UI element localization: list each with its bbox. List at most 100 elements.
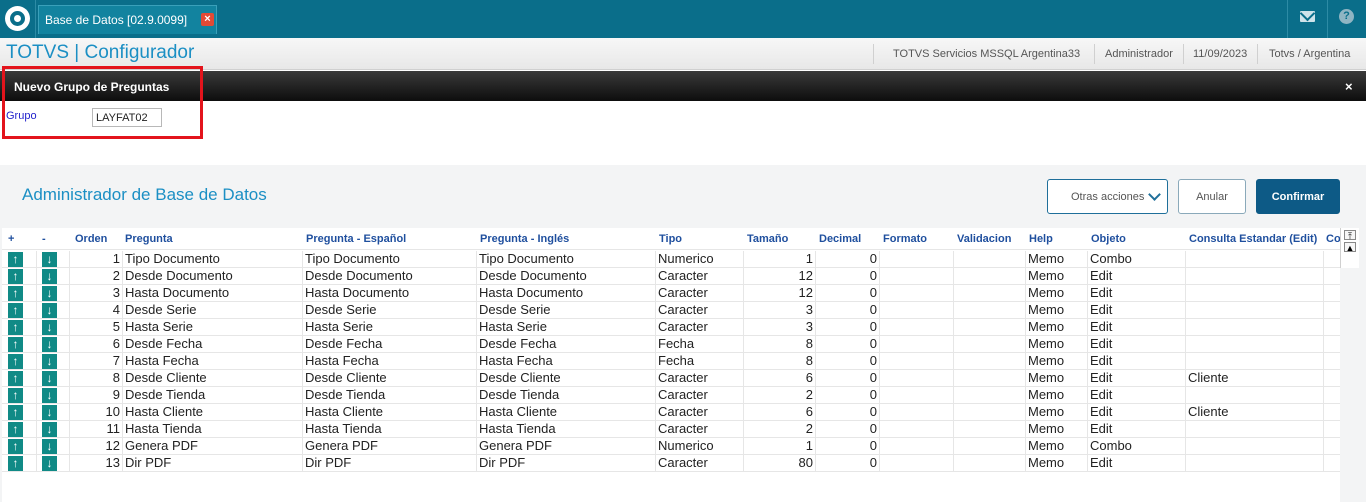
pregunta-espanol-cell[interactable]: Hasta Documento xyxy=(303,285,477,302)
pregunta-cell[interactable]: Desde Documento xyxy=(123,268,303,285)
help-cell[interactable]: Memo xyxy=(1026,336,1088,353)
tipo-cell[interactable]: Caracter xyxy=(656,302,744,319)
tipo-cell[interactable]: Caracter xyxy=(656,387,744,404)
tamano-cell[interactable]: 12 xyxy=(744,268,816,285)
column-header-help[interactable]: Help xyxy=(1029,233,1053,245)
column-header-add[interactable]: + xyxy=(8,233,14,245)
move-down-icon[interactable]: ↓ xyxy=(42,371,57,386)
tamano-cell[interactable]: 8 xyxy=(744,353,816,370)
orden-cell[interactable]: 3 xyxy=(70,285,123,302)
decimal-cell[interactable]: 0 xyxy=(816,336,880,353)
pregunta-espanol-cell[interactable]: Dir PDF xyxy=(303,455,477,472)
formato-cell[interactable] xyxy=(880,336,954,353)
tamano-cell[interactable]: 80 xyxy=(744,455,816,472)
tab-base-de-datos[interactable]: Base de Datos [02.9.0099] × xyxy=(38,5,217,34)
pregunta-espanol-cell[interactable]: Hasta Serie xyxy=(303,319,477,336)
help-cell[interactable]: Memo xyxy=(1026,285,1088,302)
formato-cell[interactable] xyxy=(880,370,954,387)
pregunta-espanol-cell[interactable]: Desde Cliente xyxy=(303,370,477,387)
orden-cell[interactable]: 13 xyxy=(70,455,123,472)
move-up-icon[interactable]: ↑ xyxy=(8,439,23,454)
move-up-icon[interactable]: ↑ xyxy=(8,269,23,284)
consulta-cell[interactable] xyxy=(1186,319,1324,336)
table-row[interactable]: ↑ ↓ 9 Desde Tienda Desde Tienda Desde Tienda C… xyxy=(2,387,1340,404)
orden-cell[interactable]: 11 xyxy=(70,421,123,438)
tamano-cell[interactable]: 6 xyxy=(744,370,816,387)
table-row[interactable]: ↑ ↓ 2 Desde Documento Desde Documento Desde D… xyxy=(2,268,1340,285)
table-row[interactable]: ↑ ↓ 10 Hasta Cliente Hasta Cliente Hasta Clie… xyxy=(2,404,1340,421)
tipo-cell[interactable]: Caracter xyxy=(656,404,744,421)
pregunta-ingles-cell[interactable]: Desde Serie xyxy=(477,302,656,319)
tipo-cell[interactable]: Caracter xyxy=(656,285,744,302)
objeto-cell[interactable]: Edit xyxy=(1088,336,1186,353)
orden-cell[interactable]: 9 xyxy=(70,387,123,404)
pregunta-ingles-cell[interactable]: Hasta Fecha xyxy=(477,353,656,370)
validacion-cell[interactable] xyxy=(954,251,1026,268)
consulta-cell[interactable] xyxy=(1186,421,1324,438)
column-header-tipo[interactable]: Tipo xyxy=(659,233,682,245)
help-cell[interactable]: Memo xyxy=(1026,268,1088,285)
scroll-up-button[interactable]: ▲ xyxy=(1344,242,1356,253)
pregunta-espanol-cell[interactable]: Hasta Tienda xyxy=(303,421,477,438)
pregunta-cell[interactable]: Hasta Fecha xyxy=(123,353,303,370)
help-cell[interactable]: Memo xyxy=(1026,387,1088,404)
dialog-close-icon[interactable]: × xyxy=(1345,79,1353,94)
move-up-icon[interactable]: ↑ xyxy=(8,388,23,403)
formato-cell[interactable] xyxy=(880,404,954,421)
column-header-formato[interactable]: Formato xyxy=(883,233,927,245)
formato-cell[interactable] xyxy=(880,285,954,302)
pregunta-cell[interactable]: Hasta Documento xyxy=(123,285,303,302)
pregunta-espanol-cell[interactable]: Desde Documento xyxy=(303,268,477,285)
validacion-cell[interactable] xyxy=(954,421,1026,438)
tipo-cell[interactable]: Numerico xyxy=(656,251,744,268)
tipo-cell[interactable]: Fecha xyxy=(656,336,744,353)
move-up-icon[interactable]: ↑ xyxy=(8,371,23,386)
table-row[interactable]: ↑ ↓ 1 Tipo Documento Tipo Documento Tipo Docu… xyxy=(2,251,1340,268)
scroll-top-button[interactable]: ⤒ xyxy=(1344,230,1356,241)
grupo-input[interactable] xyxy=(92,108,162,127)
help-cell[interactable]: Memo xyxy=(1026,370,1088,387)
pregunta-espanol-cell[interactable]: Hasta Fecha xyxy=(303,353,477,370)
decimal-cell[interactable]: 0 xyxy=(816,438,880,455)
pregunta-espanol-cell[interactable]: Tipo Documento xyxy=(303,251,477,268)
move-down-icon[interactable]: ↓ xyxy=(42,456,57,471)
move-down-icon[interactable]: ↓ xyxy=(42,303,57,318)
move-down-icon[interactable]: ↓ xyxy=(42,439,57,454)
tipo-cell[interactable]: Caracter xyxy=(656,319,744,336)
pregunta-cell[interactable]: Desde Fecha xyxy=(123,336,303,353)
objeto-cell[interactable]: Edit xyxy=(1088,404,1186,421)
pregunta-espanol-cell[interactable]: Desde Serie xyxy=(303,302,477,319)
table-row[interactable]: ↑ ↓ 3 Hasta Documento Hasta Documento Hasta D… xyxy=(2,285,1340,302)
decimal-cell[interactable]: 0 xyxy=(816,353,880,370)
anular-button[interactable]: Anular xyxy=(1178,179,1246,214)
objeto-cell[interactable]: Edit xyxy=(1088,268,1186,285)
pregunta-ingles-cell[interactable]: Desde Tienda xyxy=(477,387,656,404)
validacion-cell[interactable] xyxy=(954,302,1026,319)
decimal-cell[interactable]: 0 xyxy=(816,319,880,336)
orden-cell[interactable]: 4 xyxy=(70,302,123,319)
pregunta-cell[interactable]: Desde Serie xyxy=(123,302,303,319)
table-row[interactable]: ↑ ↓ 4 Desde Serie Desde Serie Desde Serie Cara… xyxy=(2,302,1340,319)
tipo-cell[interactable]: Numerico xyxy=(656,438,744,455)
move-up-icon[interactable]: ↑ xyxy=(8,303,23,318)
table-row[interactable]: ↑ ↓ 6 Desde Fecha Desde Fecha Desde Fecha Fech… xyxy=(2,336,1340,353)
validacion-cell[interactable] xyxy=(954,404,1026,421)
consulta-cell[interactable] xyxy=(1186,438,1324,455)
pregunta-ingles-cell[interactable]: Desde Fecha xyxy=(477,336,656,353)
decimal-cell[interactable]: 0 xyxy=(816,370,880,387)
pregunta-ingles-cell[interactable]: Genera PDF xyxy=(477,438,656,455)
validacion-cell[interactable] xyxy=(954,455,1026,472)
move-up-icon[interactable]: ↑ xyxy=(8,286,23,301)
tamano-cell[interactable]: 12 xyxy=(744,285,816,302)
move-up-icon[interactable]: ↑ xyxy=(8,320,23,335)
objeto-cell[interactable]: Edit xyxy=(1088,285,1186,302)
formato-cell[interactable] xyxy=(880,438,954,455)
orden-cell[interactable]: 6 xyxy=(70,336,123,353)
move-down-icon[interactable]: ↓ xyxy=(42,286,57,301)
orden-cell[interactable]: 5 xyxy=(70,319,123,336)
consulta-cell[interactable] xyxy=(1186,353,1324,370)
table-row[interactable]: ↑ ↓ 11 Hasta Tienda Hasta Tienda Hasta Tienda… xyxy=(2,421,1340,438)
validacion-cell[interactable] xyxy=(954,319,1026,336)
pregunta-espanol-cell[interactable]: Desde Tienda xyxy=(303,387,477,404)
validacion-cell[interactable] xyxy=(954,387,1026,404)
